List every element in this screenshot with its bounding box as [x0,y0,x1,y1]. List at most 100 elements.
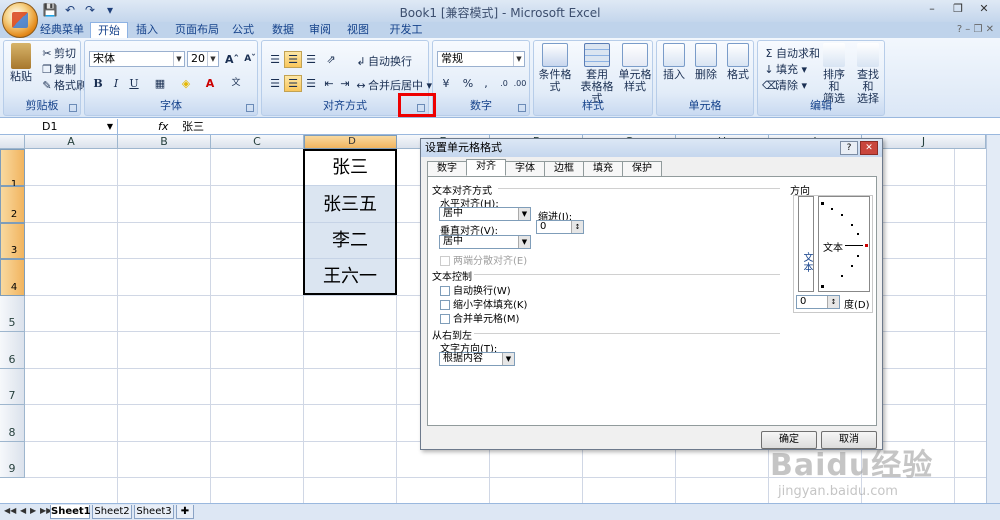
degrees-spinner[interactable]: 0 ↕ [796,295,840,309]
minimize-icon[interactable]: – [920,2,944,18]
tab-classic-menu[interactable]: 经典菜单 [40,22,84,38]
horizontal-align-select[interactable]: 居中 ▼ [439,207,531,221]
row-header[interactable]: 7 [0,369,25,405]
align-left-icon[interactable]: ☰ [266,75,284,92]
sort-filter-button[interactable]: 排序和 筛选 [818,43,850,105]
bold-button[interactable]: B [89,75,107,92]
cut-button[interactable]: ✂ 剪切 [40,45,76,61]
fill-button[interactable]: ↓ 填充 ▾ [762,61,807,77]
first-sheet-icon[interactable]: ◀◀ [4,506,16,515]
align-center-icon[interactable]: ☰ [284,75,302,92]
align-bottom-icon[interactable]: ☰ [302,51,320,68]
shrink-font-icon[interactable]: Aˇ [241,51,259,68]
orientation-dial[interactable]: 文本 [818,196,870,292]
sheet-tab[interactable]: Sheet3 [134,505,174,519]
row-header[interactable]: 5 [0,296,25,332]
insert-cells-button[interactable]: 插入 [659,43,689,81]
insert-function-icon[interactable]: fx [158,119,168,134]
select-all-corner[interactable] [0,135,25,149]
dialog-tab-font[interactable]: 字体 [505,161,545,176]
text-direction-select[interactable]: 根据内容 ▼ [439,352,515,366]
merge-center-button[interactable]: ↔ 合并后居中 ▾ [354,77,432,93]
prev-sheet-icon[interactable]: ◀ [20,506,26,515]
grow-font-icon[interactable]: Aˆ [223,51,241,68]
next-sheet-icon[interactable]: ▶ [30,506,36,515]
tab-formulas[interactable]: 公式 [230,22,256,38]
number-launcher-icon[interactable] [518,104,526,112]
comma-icon[interactable]: , [477,75,495,92]
row-header[interactable]: 8 [0,405,25,442]
row-header[interactable]: 2 [0,186,25,223]
clipboard-launcher-icon[interactable] [69,104,77,112]
dialog-tab-alignment[interactable]: 对齐 [466,159,506,176]
vertical-align-select[interactable]: 居中 ▼ [439,235,531,249]
row-header[interactable]: 3 [0,223,25,259]
clear-button[interactable]: ⌫清除 ▾ [762,77,807,93]
cell-styles-button[interactable]: 单元格 样式 [618,43,652,93]
dialog-tab-fill[interactable]: 填充 [583,161,623,176]
find-select-button[interactable]: 查找和 选择 [852,43,884,105]
sheet-tab[interactable]: Sheet2 [92,505,132,519]
align-middle-icon[interactable]: ☰ [284,51,302,68]
font-name-combo[interactable]: 宋体 ▼ [89,51,185,67]
dialog-tab-number[interactable]: 数字 [427,161,467,176]
tab-insert[interactable]: 插入 [134,22,160,38]
sheet-tab-active[interactable]: Sheet1 [50,505,91,519]
insert-sheet-icon[interactable]: ✚ [176,505,194,519]
justify-distributed-checkbox[interactable]: 两端分散对齐(E) [440,252,527,267]
delete-cells-button[interactable]: 删除 [691,43,721,81]
orientation-icon[interactable]: ⇗ [322,51,340,68]
tab-page-layout[interactable]: 页面布局 [172,22,222,38]
underline-button[interactable]: U [125,75,143,92]
restore-icon[interactable]: ❐ [946,2,970,18]
font-launcher-icon[interactable] [246,104,254,112]
dialog-tab-protection[interactable]: 保护 [622,161,662,176]
format-painter-button[interactable]: ✎ 格式刷 [40,77,87,93]
font-size-combo[interactable]: 20 ▼ [187,51,219,67]
help-icon[interactable]: ? [840,141,858,155]
column-header[interactable]: C [211,135,304,149]
conditional-format-button[interactable]: 条件格式 [536,43,574,93]
close-icon[interactable]: ✕ [972,2,996,18]
decrease-decimal-icon[interactable]: .00 [511,75,529,92]
increase-indent-icon[interactable]: ⇥ [336,75,354,92]
number-format-combo[interactable]: 常规 ▼ [437,51,525,67]
shrink-to-fit-checkbox[interactable]: 缩小字体填充(K) [440,296,527,311]
copy-button[interactable]: ❐ 复制 [40,61,76,77]
tab-home[interactable]: 开始 [90,22,128,39]
paste-button[interactable]: 粘贴 [8,43,34,83]
align-top-icon[interactable]: ☰ [266,51,284,68]
dialog-tab-border[interactable]: 边框 [544,161,584,176]
formula-input[interactable]: 张三 [182,119,204,134]
phonetic-icon[interactable]: 文 [227,75,245,92]
tab-data[interactable]: 数据 [270,22,296,38]
align-right-icon[interactable]: ☰ [302,75,320,92]
office-button[interactable] [2,2,38,38]
tab-view[interactable]: 视图 [345,22,371,38]
italic-button[interactable]: I [107,75,125,92]
format-cells-button[interactable]: 格式 [723,43,753,81]
currency-icon[interactable]: ¥ [437,75,455,92]
name-box[interactable]: D1 ▼ [0,119,118,134]
row-header[interactable]: 9 [0,442,25,478]
tab-review[interactable]: 审阅 [307,22,333,38]
borders-icon[interactable]: ▦ [151,75,169,92]
dialog-close-icon[interactable]: ✕ [860,141,878,155]
column-header[interactable]: B [118,135,211,149]
wrap-text-button[interactable]: ↲ 自动换行 [354,53,412,69]
format-as-table-button[interactable]: 套用 表格格式 [576,43,618,105]
row-header[interactable]: 6 [0,332,25,369]
ribbon-help-controls[interactable]: ? – ❐ ✕ [957,22,994,38]
row-header[interactable]: 4 [0,259,25,296]
percent-icon[interactable]: % [459,75,477,92]
wrap-text-checkbox[interactable]: 自动换行(W) [440,282,511,297]
font-color-icon[interactable]: A [201,75,219,92]
column-header[interactable]: A [25,135,118,149]
column-header-selected[interactable]: D [304,135,397,149]
fill-color-icon[interactable]: ◈ [177,75,195,92]
indent-spinner[interactable]: 0 ↕ [536,220,584,234]
tab-developer[interactable]: 开发工具 [386,22,426,52]
vertical-text-button[interactable]: 文本 [798,196,814,292]
merge-cells-checkbox[interactable]: 合并单元格(M) [440,310,519,325]
row-header[interactable]: 1 [0,149,25,190]
